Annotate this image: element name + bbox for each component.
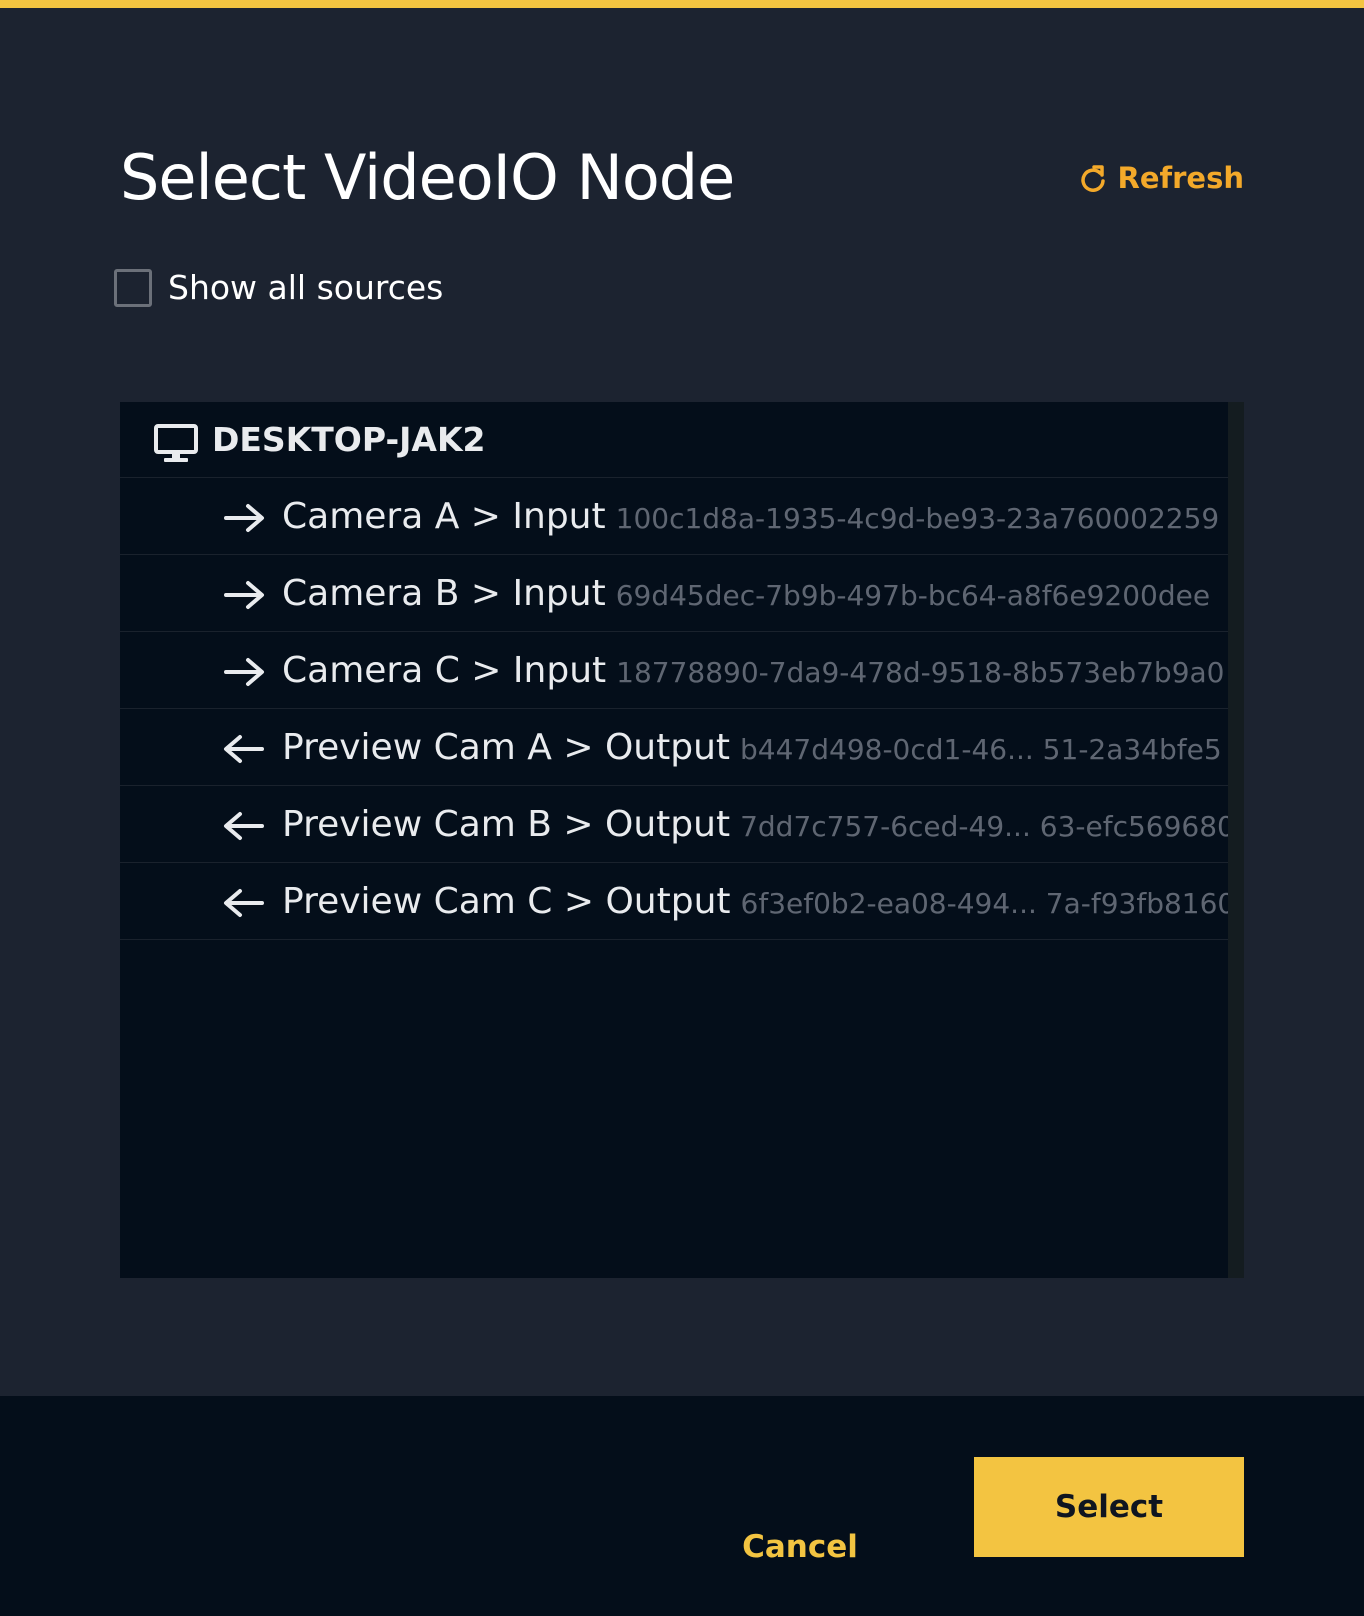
node-name: Camera A > Input: [282, 496, 606, 537]
node-id: 100c1d8a-1935-4c9d-be93-23a760002259: [615, 502, 1220, 535]
tree-row[interactable]: Preview Cam A > Output b447d498-0cd1-46..…: [120, 709, 1228, 786]
node-name: Camera B > Input: [282, 573, 606, 614]
tree-host-node[interactable]: DESKTOP-JAK2: [120, 402, 1228, 478]
host-label: DESKTOP-JAK2: [212, 420, 486, 459]
top-accent-bar: [0, 0, 1364, 8]
row-text: Camera C > Input 18778890-7da9-478d-9518-…: [282, 632, 1225, 708]
node-name: Preview Cam A > Output: [282, 727, 731, 768]
node-id: 18778890-7da9-478d-9518-8b573eb7b9a0: [616, 656, 1225, 689]
arrow-left-icon: [222, 733, 266, 769]
node-name: Preview Cam C > Output: [282, 881, 731, 922]
arrow-right-icon: [222, 579, 266, 615]
node-id: b447d498-0cd1-46... 51-2a34bfe5: [740, 733, 1222, 766]
row-text: Preview Cam A > Output b447d498-0cd1-46..…: [282, 709, 1222, 785]
tree-row[interactable]: Camera A > Input 100c1d8a-1935-4c9d-be93-…: [120, 478, 1228, 555]
refresh-icon: [1080, 163, 1108, 193]
row-text: Camera B > Input 69d45dec-7b9b-497b-bc64-…: [282, 555, 1211, 631]
row-text: Camera A > Input 100c1d8a-1935-4c9d-be93-…: [282, 478, 1220, 554]
select-button[interactable]: Select: [974, 1457, 1244, 1557]
tree-row[interactable]: Camera C > Input 18778890-7da9-478d-9518-…: [120, 632, 1228, 709]
node-tree-panel: DESKTOP-JAK2 Camera A > Input 100c1d8a-19…: [120, 402, 1244, 1278]
arrow-left-icon: [222, 887, 266, 923]
arrow-left-icon: [222, 810, 266, 846]
arrow-right-icon: [222, 656, 266, 692]
show-all-sources-label: Show all sources: [168, 268, 444, 307]
node-id: 6f3ef0b2-ea08-494... 7a-f93fb8160: [740, 887, 1228, 920]
cancel-button[interactable]: Cancel: [720, 1508, 880, 1586]
row-text: Preview Cam C > Output 6f3ef0b2-ea08-494.…: [282, 863, 1228, 939]
tree-children: Camera A > Input 100c1d8a-1935-4c9d-be93-…: [120, 478, 1228, 940]
node-name: Camera C > Input: [282, 650, 607, 691]
show-all-sources-checkbox[interactable]: [114, 268, 152, 307]
dialog-title: Select VideoIO Node: [120, 141, 735, 214]
node-id: 69d45dec-7b9b-497b-bc64-a8f6e9200dee: [615, 579, 1211, 612]
show-all-sources-toggle[interactable]: Show all sources: [114, 268, 443, 307]
node-name: Preview Cam B > Output: [282, 804, 731, 845]
tree-row[interactable]: Preview Cam C > Output 6f3ef0b2-ea08-494.…: [120, 863, 1228, 940]
vertical-scrollbar[interactable]: [1228, 402, 1244, 1278]
arrow-right-icon: [222, 502, 266, 538]
tree-row[interactable]: Camera B > Input 69d45dec-7b9b-497b-bc64-…: [120, 555, 1228, 632]
refresh-button[interactable]: Refresh: [1080, 158, 1245, 198]
select-videoio-dialog: Select VideoIO Node Refresh Show all sou…: [0, 0, 1364, 1616]
row-text: Preview Cam B > Output 7dd7c757-6ced-49..…: [282, 786, 1228, 862]
tree-row[interactable]: Preview Cam B > Output 7dd7c757-6ced-49..…: [120, 786, 1228, 863]
node-id: 7dd7c757-6ced-49... 63-efc569680: [740, 810, 1228, 843]
refresh-label: Refresh: [1117, 161, 1245, 195]
monitor-icon: [154, 424, 198, 468]
